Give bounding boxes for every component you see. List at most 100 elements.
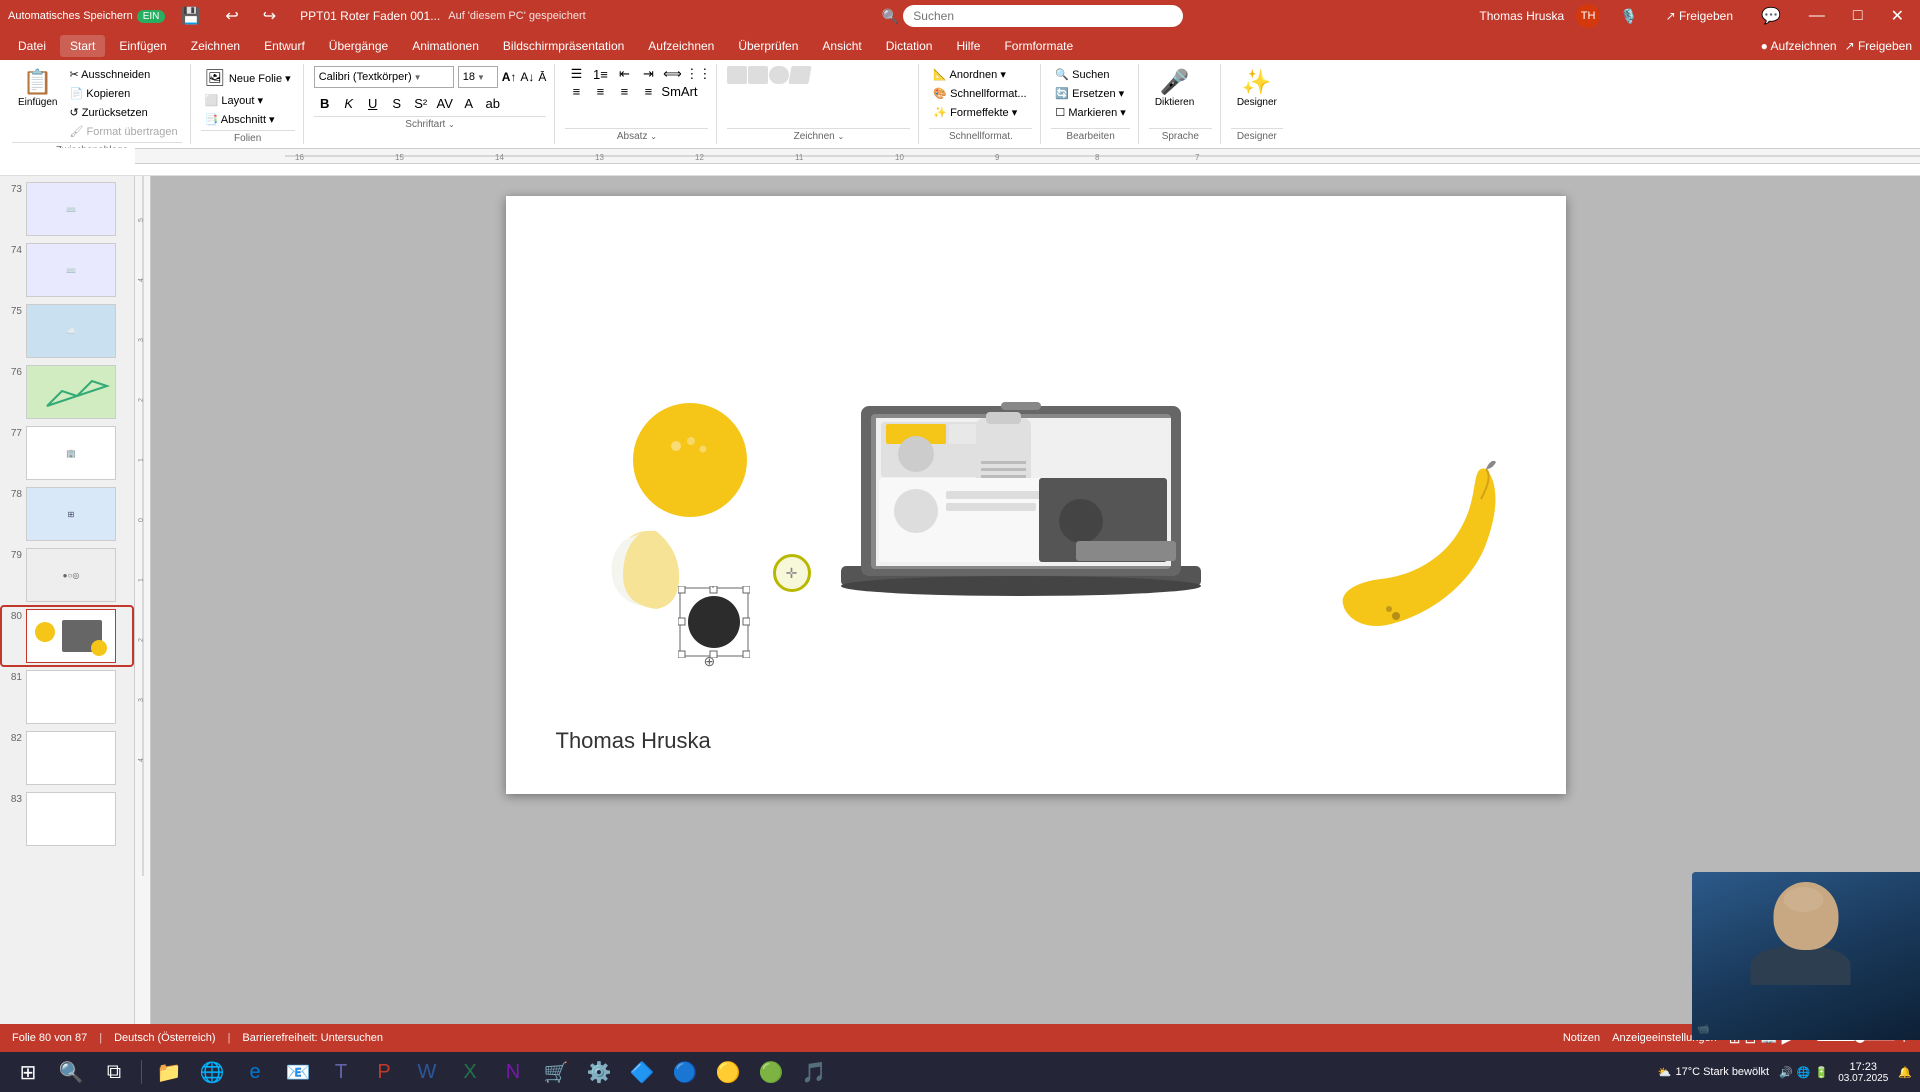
justify-btn[interactable]: ≡ [637, 84, 659, 99]
search-input[interactable] [903, 5, 1183, 27]
align-left-btn[interactable]: ≡ [565, 84, 587, 99]
decrease-indent-btn[interactable]: ⇤ [613, 66, 635, 82]
yellow-circle-object[interactable] [631, 401, 749, 519]
taskview-btn[interactable]: ⧉ [94, 1054, 134, 1090]
taskbar-excel[interactable]: X [450, 1054, 490, 1090]
decrease-font-btn[interactable]: A↓ [520, 70, 534, 84]
taskbar-misc2[interactable]: 🔵 [665, 1054, 705, 1090]
slide-canvas[interactable]: ⊕ ⊕ ✛ Thomas Hruska [506, 196, 1566, 794]
shape-btn-3[interactable] [769, 66, 789, 84]
menu-bildschirm[interactable]: Bildschirmpräsentation [493, 35, 634, 57]
menu-ansicht[interactable]: Ansicht [812, 35, 871, 57]
markieren-btn[interactable]: ☐ Markieren ▾ [1051, 104, 1129, 121]
taskbar-word[interactable]: W [407, 1054, 447, 1090]
comments-button[interactable]: 💬 [1753, 6, 1789, 26]
shape-btn-1[interactable] [727, 66, 747, 84]
font-family-select[interactable]: Calibri (Textkörper) ▼ [314, 66, 454, 88]
slide-thumb-79[interactable]: 79 ●○◎ [2, 546, 132, 604]
taskbar-store[interactable]: 🛒 [536, 1054, 576, 1090]
einfuegen-btn[interactable]: 📋 Einfügen [12, 66, 63, 110]
underline-btn[interactable]: U [362, 92, 384, 114]
dictation-ribbon-button[interactable]: 🎙️ [1612, 8, 1645, 25]
char-spacing-btn[interactable]: AV [434, 92, 456, 114]
numbered-list-btn[interactable]: 1≡ [589, 66, 611, 82]
shape-btn-2[interactable] [748, 66, 768, 84]
menu-datei[interactable]: Datei [8, 35, 56, 57]
schnellformat-btn[interactable]: 🎨 Schnellformat... [929, 85, 1032, 102]
taskbar-misc5[interactable]: 🎵 [794, 1054, 834, 1090]
taskbar-edge[interactable]: e [235, 1054, 275, 1090]
designer-btn[interactable]: ✨ Designer [1231, 66, 1283, 110]
text-direction-btn[interactable]: ⟺ [661, 66, 683, 82]
ausschneiden-btn[interactable]: ✂ Ausschneiden [65, 66, 181, 83]
kopieren-btn[interactable]: 📄 Kopieren [65, 85, 181, 102]
neue-folie-btn[interactable]: 🖼 Neue Folie ▾ [201, 66, 295, 90]
align-center-btn[interactable]: ≡ [589, 84, 611, 99]
undo-button[interactable]: ↩ [217, 6, 246, 26]
crescent-object[interactable] [601, 521, 681, 601]
menu-zeichnen[interactable]: Zeichnen [181, 35, 250, 57]
maximize-button[interactable]: □ [1845, 7, 1871, 25]
suchen-btn[interactable]: 🔍 Suchen [1051, 66, 1129, 83]
highlight-btn[interactable]: ab [482, 92, 504, 114]
canvas-area[interactable]: 5 4 3 2 1 0 1 2 3 4 [135, 176, 1920, 1024]
aufzeichnen-button[interactable]: ● Aufzeichnen [1761, 39, 1837, 53]
save-button[interactable]: 💾 [173, 6, 209, 26]
increase-indent-btn[interactable]: ⇥ [637, 66, 659, 82]
taskbar-powerpoint[interactable]: P [364, 1054, 404, 1090]
slide-thumb-76[interactable]: 76 [2, 363, 132, 421]
start-btn[interactable]: ⊞ [8, 1054, 48, 1090]
slide-thumb-77[interactable]: 77 🏢 [2, 424, 132, 482]
taskbar-search-btn[interactable]: 🔍 [51, 1054, 91, 1090]
notes-btn[interactable]: Notizen [1563, 1032, 1600, 1044]
smartart-btn[interactable]: SmArt [661, 84, 683, 99]
zuruecksetzen-btn[interactable]: ↺ Zurücksetzen [65, 104, 181, 121]
slide-thumb-83[interactable]: 83 [2, 790, 132, 848]
taskbar-onenote[interactable]: N [493, 1054, 533, 1090]
laptop-object[interactable] [821, 346, 1221, 666]
columns-btn[interactable]: ⋮⋮ [685, 66, 707, 82]
taskbar-misc3[interactable]: 🟡 [708, 1054, 748, 1090]
menu-entwurf[interactable]: Entwurf [254, 35, 315, 57]
slide-thumb-80[interactable]: 80 [2, 607, 132, 665]
freigeben-button[interactable]: ↗ Freigeben [1845, 39, 1912, 53]
font-color-btn[interactable]: A [458, 92, 480, 114]
taskbar-chrome[interactable]: 🌐 [192, 1054, 232, 1090]
slide-thumb-73[interactable]: 73 ⌨️ [2, 180, 132, 238]
menu-animationen[interactable]: Animationen [402, 35, 489, 57]
slide-thumb-74[interactable]: 74 ⌨️ [2, 241, 132, 299]
taskbar-misc1[interactable]: 🔷 [622, 1054, 662, 1090]
taskbar-explorer[interactable]: 📁 [149, 1054, 189, 1090]
minimize-button[interactable]: — [1801, 7, 1833, 25]
increase-font-btn[interactable]: A↑ [502, 70, 517, 84]
notification-btn[interactable]: 🔔 [1898, 1066, 1912, 1079]
menu-aufzeichnen[interactable]: Aufzeichnen [638, 35, 724, 57]
layout-btn[interactable]: ⬜ Layout ▾ [201, 92, 295, 109]
ersetzen-btn[interactable]: 🔄 Ersetzen ▾ [1051, 85, 1129, 102]
shape-btn-4[interactable] [789, 66, 812, 84]
autosave-toggle[interactable]: Automatisches Speichern EIN [8, 10, 165, 23]
menu-formformate[interactable]: Formformate [994, 35, 1083, 57]
menu-einfuegen[interactable]: Einfügen [109, 35, 176, 57]
redo-button[interactable]: ↪ [255, 6, 284, 26]
slide-thumb-82[interactable]: 82 [2, 729, 132, 787]
italic-btn[interactable]: K [338, 92, 360, 114]
abschnitt-btn[interactable]: 📑 Abschnitt ▾ [201, 111, 295, 128]
banana-object[interactable] [1331, 454, 1506, 639]
slide-thumb-78[interactable]: 78 ⊞ [2, 485, 132, 543]
diktieren-btn[interactable]: 🎤 Diktieren [1149, 66, 1200, 110]
format-btn[interactable]: 🖌 Format übertragen [65, 123, 181, 140]
anordnen-btn[interactable]: 📐 Anordnen ▾ [929, 66, 1032, 83]
close-button[interactable]: ✕ [1883, 6, 1912, 26]
share-button[interactable]: ↗ Freigeben [1658, 9, 1741, 23]
slide-thumb-81[interactable]: 81 [2, 668, 132, 726]
bold-btn[interactable]: B [314, 92, 336, 114]
menu-dictation[interactable]: Dictation [876, 35, 943, 57]
menu-uebergaenge[interactable]: Übergänge [319, 35, 398, 57]
menu-hilfe[interactable]: Hilfe [946, 35, 990, 57]
font-size-select[interactable]: 18 ▼ [458, 66, 498, 88]
taskbar-teams[interactable]: T [321, 1054, 361, 1090]
strikethrough-btn[interactable]: S [386, 92, 408, 114]
taskbar-misc4[interactable]: 🟢 [751, 1054, 791, 1090]
taskbar-settings[interactable]: ⚙️ [579, 1054, 619, 1090]
